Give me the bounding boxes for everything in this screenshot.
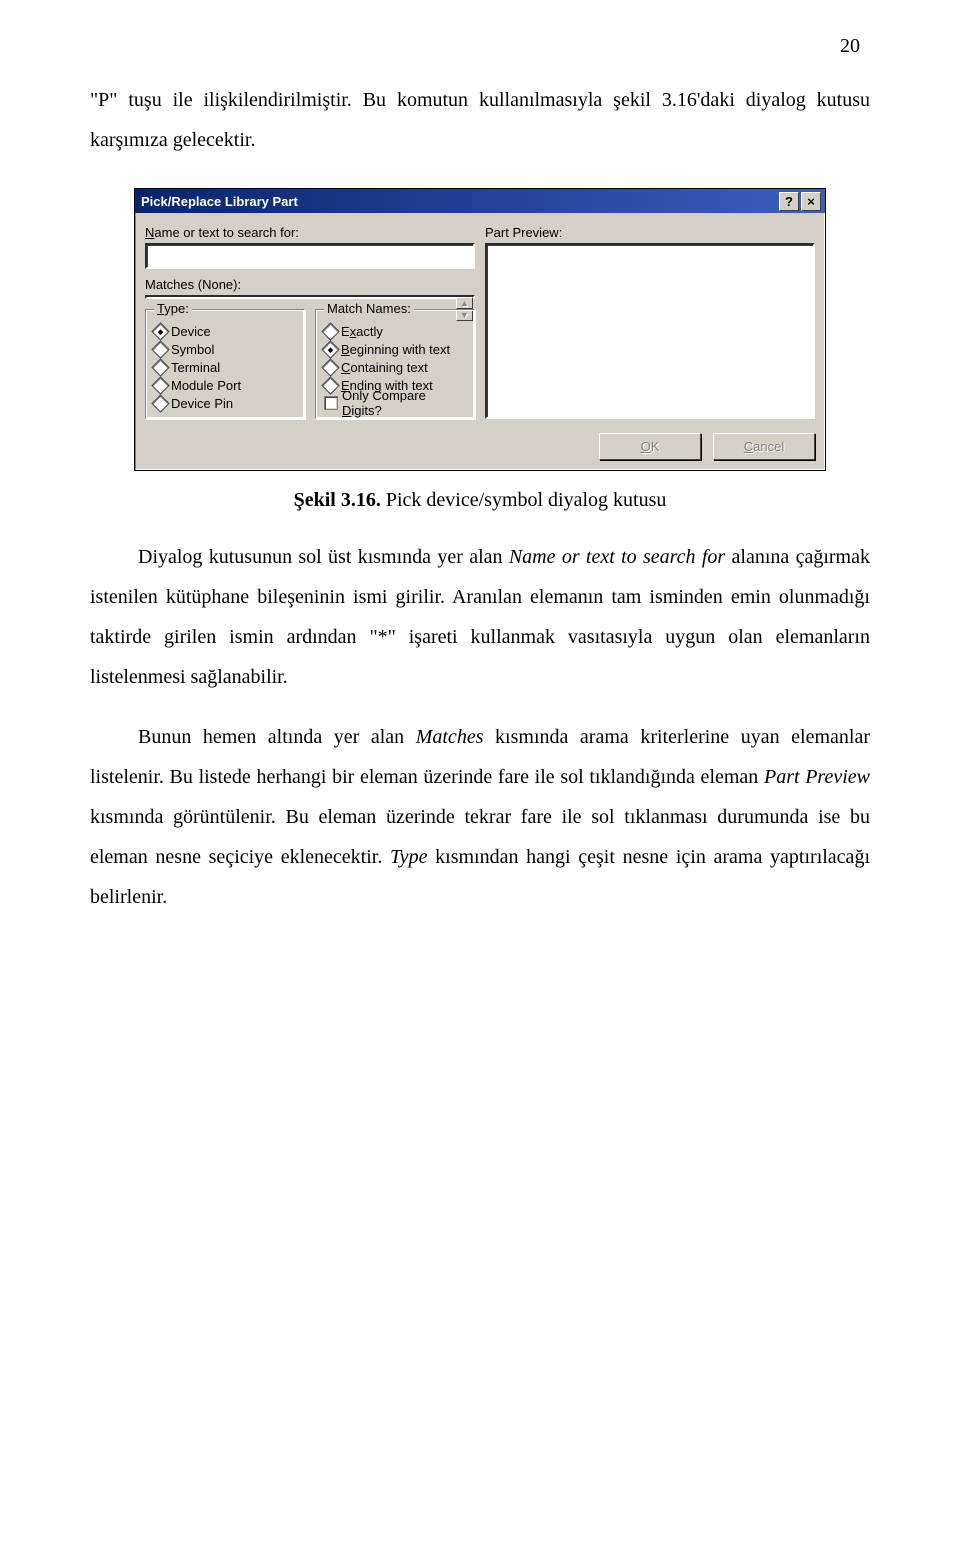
type-groupbox: Type: DeviceSymbolTerminalModule PortDev… — [145, 309, 305, 419]
matches-listbox[interactable]: ▲ ▼ — [145, 295, 475, 299]
label-text: ame or text to search for: — [154, 225, 299, 240]
option-label: Containing text — [341, 360, 428, 375]
option-label: Device — [171, 324, 211, 339]
text: Diyalog kutusunun sol üst kısmında yer a… — [138, 546, 509, 568]
titlebar[interactable]: Pick/Replace Library Part ? × — [135, 189, 825, 213]
right-column: Part Preview: — [485, 221, 815, 419]
paragraph-3: Bunun hemen altında yer alan Matches kıs… — [90, 717, 870, 917]
option-label: Beginning with text — [341, 342, 450, 357]
option-label: Device Pin — [171, 396, 233, 411]
page: 20 "P" tuşu ile ilişkilendirilmiştir. Bu… — [0, 0, 960, 997]
check-option[interactable]: Only Compare Digits? — [322, 394, 468, 412]
figure-caption: Şekil 3.16. Pick device/symbol diyalog k… — [90, 489, 870, 512]
scroll-up-icon[interactable]: ▲ — [456, 297, 473, 309]
matches-label: Matches (None): — [145, 277, 475, 292]
type-option[interactable]: Device — [152, 322, 298, 340]
close-button[interactable]: × — [801, 192, 821, 211]
radio-icon[interactable] — [151, 358, 169, 376]
type-option[interactable]: Module Port — [152, 376, 298, 394]
type-option[interactable]: Terminal — [152, 358, 298, 376]
caption-rest: Pick device/symbol diyalog kutusu — [381, 489, 667, 511]
help-button[interactable]: ? — [779, 192, 799, 211]
text: Bunun hemen altında yer alan — [138, 726, 416, 748]
radio-icon[interactable] — [151, 376, 169, 394]
radio-icon[interactable] — [321, 358, 339, 376]
type-option[interactable]: Device Pin — [152, 394, 298, 412]
mnemonic: O — [641, 439, 651, 454]
option-label: Symbol — [171, 342, 214, 357]
label-text: ancel — [753, 439, 784, 454]
radio-icon[interactable] — [321, 376, 339, 394]
page-number: 20 — [840, 35, 860, 58]
option-label: Terminal — [171, 360, 220, 375]
radio-icon[interactable] — [321, 340, 339, 358]
paragraph-1: "P" tuşu ile ilişkilendirilmiştir. Bu ko… — [90, 80, 870, 160]
option-label: Exactly — [341, 324, 383, 339]
dialog-body: Name or text to search for: Matches (Non… — [135, 213, 825, 429]
left-column: Name or text to search for: Matches (Non… — [145, 221, 475, 419]
radio-icon[interactable] — [151, 340, 169, 358]
text-italic: Part Preview — [764, 766, 870, 788]
match-option[interactable]: Containing text — [322, 358, 468, 376]
match-option[interactable]: Exactly — [322, 322, 468, 340]
radio-icon[interactable] — [151, 394, 169, 412]
label-text: ype: — [164, 301, 189, 316]
cancel-button[interactable]: Cancel — [713, 433, 815, 460]
mnemonic: N — [145, 225, 154, 240]
radio-icon[interactable] — [321, 322, 339, 340]
dialog-title: Pick/Replace Library Part — [141, 194, 777, 209]
radio-icon[interactable] — [151, 322, 169, 340]
name-label: Name or text to search for: — [145, 225, 475, 240]
option-label: Module Port — [171, 378, 241, 393]
caption-bold: Şekil 3.16. — [294, 489, 381, 511]
text-italic: Matches — [416, 726, 484, 748]
button-bar: OK Cancel — [135, 429, 825, 470]
ok-button[interactable]: OK — [599, 433, 701, 460]
type-option[interactable]: Symbol — [152, 340, 298, 358]
match-option[interactable]: Beginning with text — [322, 340, 468, 358]
text-italic: Type — [390, 846, 427, 868]
mnemonic: C — [744, 439, 753, 454]
label-text: K — [651, 439, 660, 454]
preview-label: Part Preview: — [485, 225, 815, 240]
text-italic: Name or text to search for — [509, 546, 725, 568]
part-preview — [485, 243, 815, 419]
matchnames-groupbox: Match Names: ExactlyBeginning with textC… — [315, 309, 475, 419]
checkbox-icon[interactable] — [324, 396, 338, 410]
search-input[interactable] — [145, 243, 475, 269]
paragraph-2: Diyalog kutusunun sol üst kısmında yer a… — [90, 537, 870, 697]
match-legend: Match Names: — [324, 301, 414, 316]
option-groups: Type: Device Symbol Terminal Module Port Dev… — [145, 299, 475, 419]
option-label: Only Compare Digits? — [342, 388, 468, 418]
pick-replace-dialog: Pick/Replace Library Part ? × Name or te… — [134, 188, 826, 471]
type-legend: Type: — [154, 301, 192, 316]
